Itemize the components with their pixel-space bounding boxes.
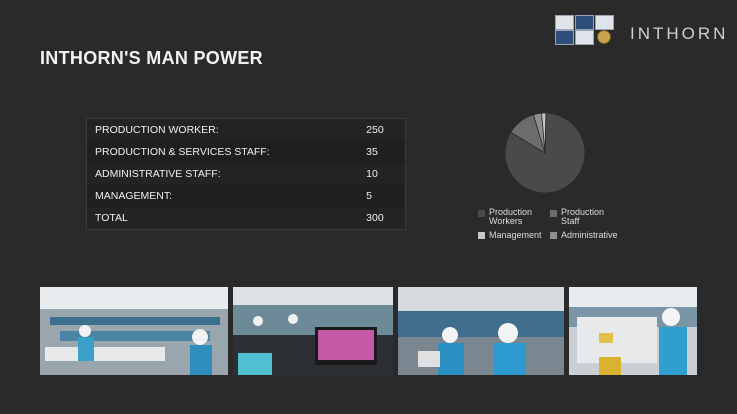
brand-logo: INTHORN — [630, 24, 729, 43]
row-label: PRODUCTION WORKER: — [95, 124, 219, 136]
row-value: 250 — [366, 124, 384, 136]
row-label: MANAGEMENT: — [86, 185, 363, 207]
certification-badges — [555, 15, 615, 45]
table-row: ADMINISTRATIVE STAFF: 10 — [87, 163, 406, 185]
table-row: PRODUCTION WORKER: 250 — [87, 119, 406, 142]
legend-swatch — [550, 210, 557, 217]
legend-swatch — [478, 232, 485, 239]
legend-item-administrative: Administrative — [550, 230, 618, 240]
legend-label: Administrative — [561, 230, 618, 240]
legend-item-management: Management — [478, 230, 542, 240]
legend-swatch — [478, 210, 485, 217]
legend-item-production-staff: Production Staff — [550, 208, 604, 226]
legend-label: Production Staff — [561, 207, 605, 226]
row-value: 5 — [362, 185, 406, 207]
row-label: PRODUCTION & SERVICES STAFF: — [86, 141, 363, 163]
manpower-pie-chart — [504, 112, 586, 194]
certificate-badge-icon — [575, 30, 594, 45]
row-value: 300 — [366, 212, 384, 224]
row-value: 35 — [362, 141, 406, 163]
page-title: INTHORN'S MAN POWER — [40, 48, 263, 68]
certificate-badge-icon — [575, 15, 594, 30]
legend-label: Management — [489, 230, 542, 240]
legend-item-production-workers: Production Workers — [478, 208, 532, 226]
certificate-badge-icon — [555, 15, 574, 30]
table-row: MANAGEMENT: 5 — [86, 185, 406, 207]
factory-photo — [569, 287, 697, 375]
seal-icon — [597, 30, 611, 44]
row-label: TOTAL — [95, 212, 128, 224]
table-row: PRODUCTION & SERVICES STAFF: 35 — [86, 141, 406, 163]
certificate-badge-icon — [595, 15, 614, 30]
row-label: ADMINISTRATIVE STAFF: — [95, 168, 221, 180]
factory-photo — [233, 287, 393, 375]
certificate-badge-icon — [555, 30, 574, 45]
table-row: TOTAL 300 — [87, 207, 406, 230]
row-value: 10 — [366, 168, 378, 180]
factory-photo — [398, 287, 564, 375]
manpower-table: PRODUCTION WORKER: 250 PRODUCTION & SERV… — [86, 118, 406, 230]
legend-label: Production Workers — [489, 207, 533, 226]
legend-swatch — [550, 232, 557, 239]
factory-photo — [40, 287, 228, 375]
